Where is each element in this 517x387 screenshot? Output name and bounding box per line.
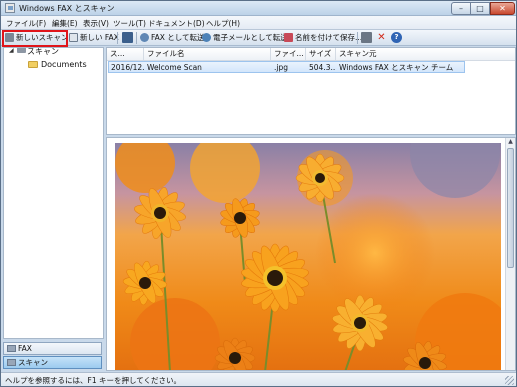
- help-icon[interactable]: ?: [391, 32, 402, 43]
- tree-item-documents[interactable]: Documents: [28, 59, 87, 70]
- tree-item-scan-label: スキャン: [27, 47, 59, 56]
- resize-grip-icon[interactable]: [505, 376, 514, 385]
- file-list: ス... ファイル名 ファイ... サイズ スキャン元 2016/12... W…: [106, 47, 516, 135]
- title-bar[interactable]: Windows FAX とスキャン – □ ✕: [1, 1, 516, 16]
- nav-fax-button[interactable]: FAX: [3, 342, 102, 355]
- email-icon: [202, 33, 211, 42]
- menu-help[interactable]: ヘルプ(H): [204, 17, 242, 30]
- maximize-button[interactable]: □: [471, 2, 490, 15]
- scanner-icon: [17, 48, 26, 53]
- tree-item-documents-label: Documents: [41, 60, 87, 69]
- toolbar-separator: [136, 32, 137, 44]
- folder-tree-pane: ◢ スキャン Documents: [3, 47, 104, 339]
- cell-type: .jpg: [274, 63, 288, 72]
- cell-filename: Welcome Scan: [147, 63, 202, 72]
- save-as-label: 名前を付けて保存...: [295, 33, 363, 42]
- save-icon: [284, 33, 293, 42]
- tree-item-scan[interactable]: ◢ スキャン: [5, 47, 59, 56]
- scroll-up-arrow-icon[interactable]: ▲: [506, 138, 515, 147]
- fax-scan-app-icon: [5, 3, 15, 13]
- menu-edit[interactable]: 編集(E): [50, 17, 80, 30]
- preview-pane: ▲: [106, 137, 516, 371]
- forward-as-fax-button[interactable]: FAX として転送: [139, 31, 205, 44]
- delete-icon[interactable]: ✕: [376, 32, 387, 43]
- menu-tools[interactable]: ツール(T): [111, 17, 148, 30]
- nav-fax-label: FAX: [18, 344, 32, 353]
- status-bar: ヘルプを参照するには、F1 キーを押してください。: [1, 372, 516, 386]
- window-title: Windows FAX とスキャン: [19, 4, 115, 13]
- preview-image: [115, 143, 501, 370]
- expand-arrow-icon[interactable]: ◢: [9, 48, 14, 54]
- preview-scrollbar[interactable]: ▲: [505, 138, 515, 370]
- fax-device-icon[interactable]: [122, 32, 133, 43]
- nav-scan-button[interactable]: スキャン: [3, 356, 102, 369]
- print-icon[interactable]: [361, 32, 372, 43]
- column-header-size[interactable]: サイズ: [306, 48, 336, 61]
- toolbar: 新しいスキャン 新しい FAX FAX として転送 電子メールとして転送 名前を…: [1, 30, 516, 46]
- cell-date: 2016/12...: [111, 63, 144, 72]
- column-header-date[interactable]: ス...: [107, 48, 144, 61]
- close-button[interactable]: ✕: [490, 2, 515, 15]
- fax-document-icon: [69, 33, 78, 42]
- column-header-filename[interactable]: ファイル名: [144, 48, 271, 61]
- scanner-icon: [7, 359, 16, 366]
- column-header-type[interactable]: ファイ...: [271, 48, 306, 61]
- forward-fax-icon: [140, 33, 149, 42]
- menu-view[interactable]: 表示(V): [81, 17, 111, 30]
- toolbar-separator: [117, 32, 118, 44]
- menu-document[interactable]: ドキュメント(D): [146, 17, 207, 30]
- flower-photo: [115, 143, 501, 370]
- menu-file[interactable]: ファイル(F): [4, 17, 48, 30]
- column-header-source[interactable]: スキャン元: [336, 48, 515, 61]
- flower-large-center: [241, 243, 309, 313]
- nav-scan-label: スキャン: [18, 358, 48, 367]
- new-fax-label: 新しい FAX: [80, 33, 119, 42]
- scroll-thumb[interactable]: [507, 148, 514, 268]
- forward-as-fax-label: FAX として転送: [151, 33, 205, 42]
- new-scan-highlight-box: [2, 30, 68, 47]
- toolbar-separator: [357, 32, 358, 44]
- minimize-button[interactable]: –: [451, 2, 471, 15]
- fax-icon: [7, 345, 16, 352]
- forward-as-email-label: 電子メールとして転送: [213, 33, 288, 42]
- folder-icon: [28, 61, 38, 68]
- new-fax-button[interactable]: 新しい FAX: [68, 31, 119, 44]
- cell-size: 504.3...: [309, 63, 336, 72]
- cell-source: Windows FAX とスキャン チーム: [339, 63, 454, 72]
- forward-as-email-button[interactable]: 電子メールとして転送: [201, 31, 288, 44]
- save-as-button[interactable]: 名前を付けて保存...: [283, 31, 362, 44]
- app-window: Windows FAX とスキャン – □ ✕ ファイル(F) 編集(E) 表示…: [0, 0, 517, 387]
- menu-bar: ファイル(F) 編集(E) 表示(V) ツール(T) ドキュメント(D) ヘルプ…: [1, 16, 516, 30]
- status-text: ヘルプを参照するには、F1 キーを押してください。: [5, 376, 182, 385]
